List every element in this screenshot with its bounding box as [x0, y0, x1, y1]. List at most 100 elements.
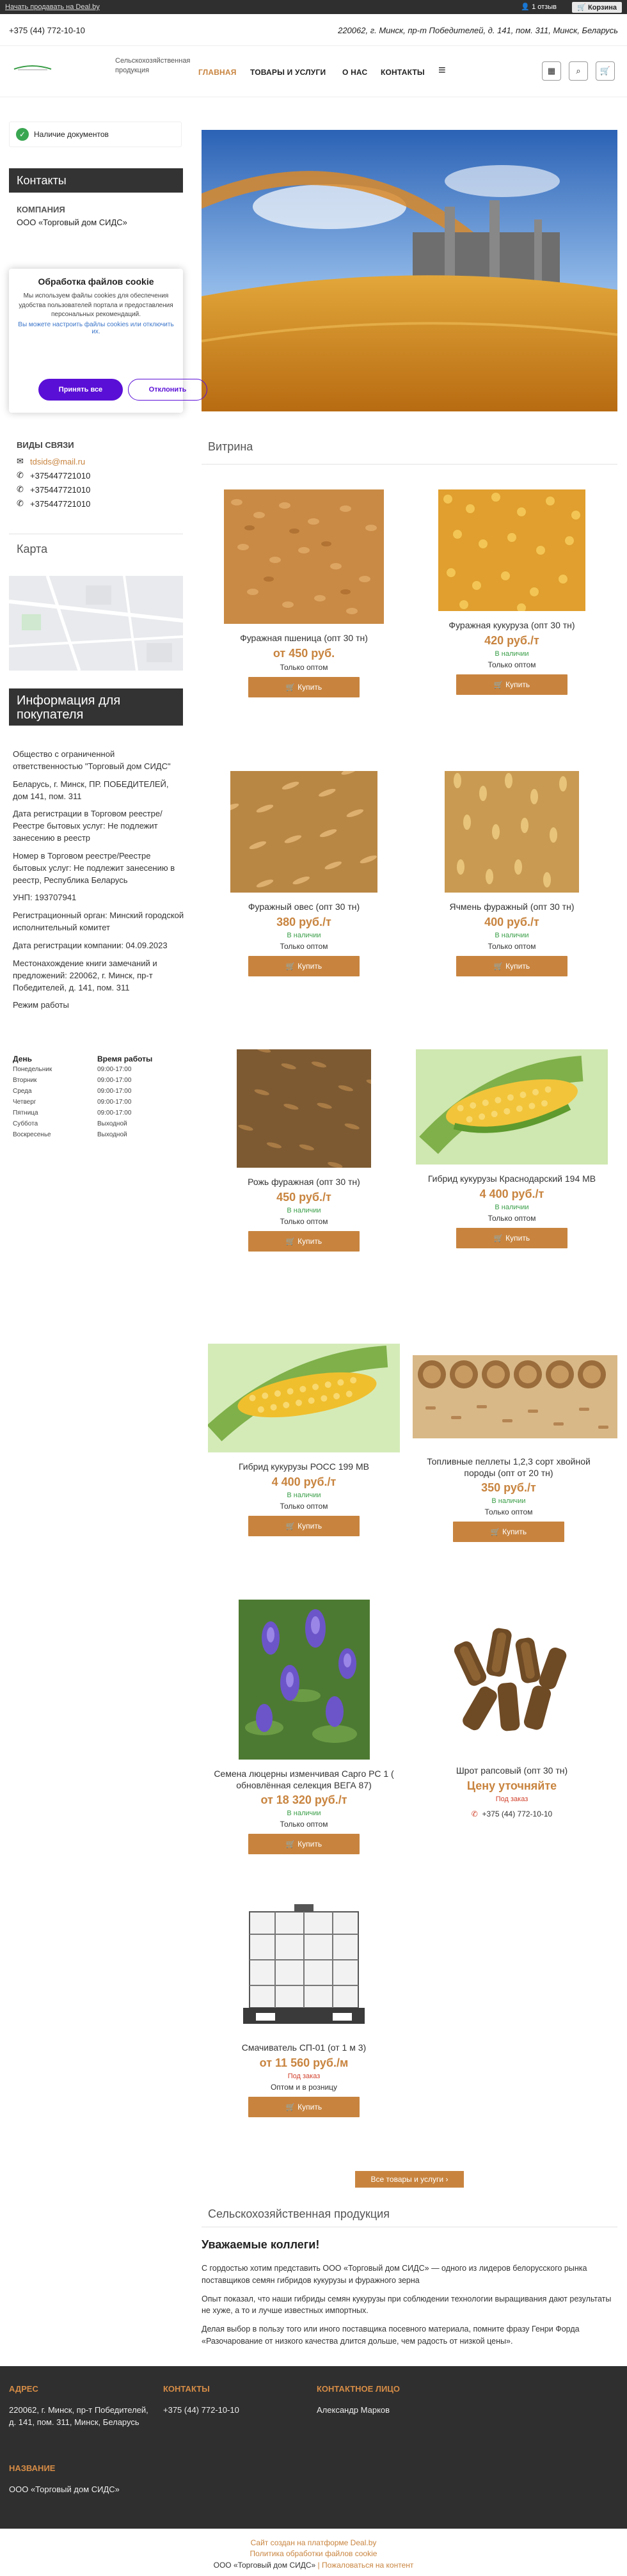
product-image-rye[interactable] — [237, 1049, 371, 1168]
showcase-title: Витрина — [208, 440, 253, 453]
product-name[interactable]: Фуражная пшеница (опт 30 тн) — [208, 633, 400, 644]
info-paragraph: Дата регистрации в Торговом реестре/Реес… — [13, 809, 163, 843]
product-phone[interactable]: ✆ +375 (44) 772-10-10 — [416, 1809, 608, 1818]
nav-contacts[interactable]: КОНТАКТЫ — [381, 68, 425, 77]
complaint-link[interactable]: Пожаловаться на контент — [322, 2561, 413, 2570]
product-image-pellets[interactable] — [413, 1355, 617, 1438]
hours-row: Пятница 09:00-17:00 — [13, 1109, 173, 1117]
whatsapp-icon: ✆ — [17, 498, 24, 508]
contact-email-value: tdsids@mail.ru — [30, 456, 86, 466]
reviews-label: 1 отзыв — [532, 3, 557, 11]
cookie-dialog: Обработка файлов cookie Мы используем фа… — [9, 269, 207, 413]
product-status: В наличии — [287, 1206, 321, 1214]
footer-name: ООО «Торговый дом СИДС» — [9, 2485, 120, 2494]
hours-day-header: День — [13, 1054, 32, 1063]
buyer-info-heading: Информация для покупателя — [9, 688, 183, 726]
product-image-corn-cob-2[interactable] — [208, 1344, 400, 1452]
contact-email[interactable]: ✉ tdsids@mail.ru — [17, 456, 90, 466]
cart-icon[interactable]: 🛒 — [596, 61, 615, 81]
product-card: Фуражный овес (опт 30 тн) 380 руб./т В н… — [208, 771, 400, 976]
cookie-accept-button[interactable]: Принять все — [38, 379, 123, 401]
rye-grain-illustration — [237, 1049, 371, 1168]
all-products-button[interactable]: Все товары и услуги › — [355, 2171, 464, 2188]
product-name[interactable]: Фуражная кукуруза (опт 30 тн) — [416, 620, 608, 632]
contact-viber[interactable]: ✆ +375447721010 — [17, 484, 90, 495]
product-image-alfalfa[interactable] — [238, 1600, 370, 1760]
buy-button[interactable]: 🛒 Купить — [248, 1230, 360, 1252]
hours-day: Пятница — [13, 1109, 38, 1117]
hours-time: 09:00-17:00 — [97, 1109, 132, 1117]
product-name[interactable]: Гибрид кукурузы Краснодарский 194 МВ — [416, 1173, 608, 1185]
product-name[interactable]: Гибрид кукурузы РОСС 199 МВ — [208, 1461, 400, 1473]
nav-products[interactable]: ТОВАРЫ И УСЛУГИ — [250, 68, 326, 77]
footer-phone[interactable]: +375 (44) 772-10-10 — [163, 2405, 239, 2417]
info-paragraph: Регистрационный орган: Минский городской… — [13, 910, 184, 933]
documents-badge[interactable]: ✓ Наличие документов — [9, 122, 182, 147]
product-card: Гибрид кукурузы Краснодарский 194 МВ 4 4… — [416, 1049, 608, 1248]
buy-button[interactable]: 🛒 Купить — [453, 1522, 564, 1542]
nav-home[interactable]: ГЛАВНАЯ — [198, 68, 237, 77]
buy-label: Купить — [298, 2102, 322, 2111]
ibc-container-illustration — [224, 1899, 384, 2033]
product-image-corn[interactable] — [438, 489, 585, 611]
cookie-settings-link[interactable]: Вы можете настроить файлы cookies или от… — [17, 321, 175, 335]
product-image-rapeseed-meal[interactable] — [435, 1603, 589, 1756]
buy-button[interactable]: 🛒 Купить — [248, 1834, 360, 1854]
hamburger-icon[interactable]: ≡ — [438, 63, 446, 78]
map[interactable] — [9, 576, 183, 671]
product-name[interactable]: Шрот рапсовый (опт 30 тн) — [416, 1765, 608, 1777]
buy-button[interactable]: 🛒 Купить — [456, 1227, 567, 1248]
product-status: В наличии — [495, 649, 529, 658]
product-name[interactable]: Рожь фуражная (опт 30 тн) — [208, 1177, 400, 1188]
buy-button[interactable]: 🛒 Купить — [248, 1515, 360, 1536]
company-label: КОМПАНИЯ — [17, 205, 65, 214]
contact-phone[interactable]: ✆ +375447721010 — [17, 470, 90, 481]
buy-button[interactable]: 🛒 Купить — [456, 674, 567, 695]
hours-time: Выходной — [97, 1120, 127, 1127]
product-image-barley[interactable] — [445, 771, 579, 893]
buy-label: Купить — [298, 682, 322, 692]
email-icon: ✉ — [17, 456, 24, 466]
cookie-reject-button[interactable]: Отклонить — [128, 379, 207, 401]
product-image-corn-cob[interactable] — [416, 1049, 608, 1165]
reviews-link[interactable]: 👤 1 отзыв — [521, 3, 557, 11]
product-name[interactable]: Фуражный овес (опт 30 тн) — [208, 902, 400, 913]
product-card: Фуражная пшеница (опт 30 тн) от 450 руб.… — [208, 489, 400, 697]
start-selling-link[interactable]: Начать продавать на Deal.by — [5, 3, 100, 11]
product-image-ibc[interactable] — [224, 1899, 384, 2033]
product-price: 450 руб./т — [276, 1190, 331, 1204]
phone-icon: ✆ — [471, 1809, 478, 1818]
logo-icon[interactable] — [13, 64, 52, 70]
main-nav: Сельскохозяйственная продукция ГЛАВНАЯ Т… — [0, 46, 627, 97]
header-phone[interactable]: +375 (44) 772-10-10 — [9, 26, 85, 35]
product-image-oats[interactable] — [230, 771, 377, 893]
search-icon[interactable]: ⌕ — [569, 61, 588, 81]
rapeseed-meal-illustration — [435, 1603, 589, 1756]
product-price: 380 руб./т — [276, 915, 331, 928]
product-status: В наличии — [287, 931, 321, 939]
buy-button[interactable]: 🛒 Купить — [248, 676, 360, 697]
nav-about[interactable]: О НАС — [342, 68, 367, 77]
product-name[interactable]: Смачиватель СП-01 (от 1 м 3) — [208, 2042, 400, 2054]
wheat-grain-illustration — [224, 489, 384, 624]
product-name[interactable]: Семена люцерны изменчивая Сарго РС 1 ( о… — [208, 1769, 400, 1791]
product-image-wheat[interactable] — [224, 489, 384, 624]
buy-button[interactable]: 🛒 Купить — [248, 955, 360, 976]
buy-button[interactable]: 🛒 Купить — [248, 2096, 360, 2117]
buy-button[interactable]: 🛒 Купить — [456, 955, 567, 976]
catalog-icon[interactable]: ▦ — [542, 61, 561, 81]
product-name[interactable]: Ячмень фуражный (опт 30 тн) — [416, 902, 608, 913]
cookie-policy-link[interactable]: Политика обработки файлов cookie — [0, 2548, 627, 2559]
product-status: В наличии — [495, 1203, 529, 1211]
cookie-title: Обработка файлов cookie — [38, 276, 154, 287]
platform-link[interactable]: Сайт создан на платформе Deal.by — [0, 2538, 627, 2548]
product-name[interactable]: Топливные пеллеты 1,2,3 сорт хвойной пор… — [413, 1456, 605, 1479]
product-price: Цену уточняйте — [466, 1779, 557, 1792]
buy-label: Купить — [298, 1840, 322, 1849]
hours-time: 09:00-17:00 — [97, 1099, 132, 1106]
contact-whatsapp[interactable]: ✆ +375447721010 — [17, 498, 90, 509]
hours-time: 09:00-17:00 — [97, 1077, 132, 1084]
top-cart-button[interactable]: 🛒 Корзина — [572, 2, 622, 13]
contact-types: ВИДЫ СВЯЗИ ✉ tdsids@mail.ru ✆ +37544772101… — [17, 440, 90, 513]
footer-address-title: АДРЕС — [9, 2384, 38, 2394]
